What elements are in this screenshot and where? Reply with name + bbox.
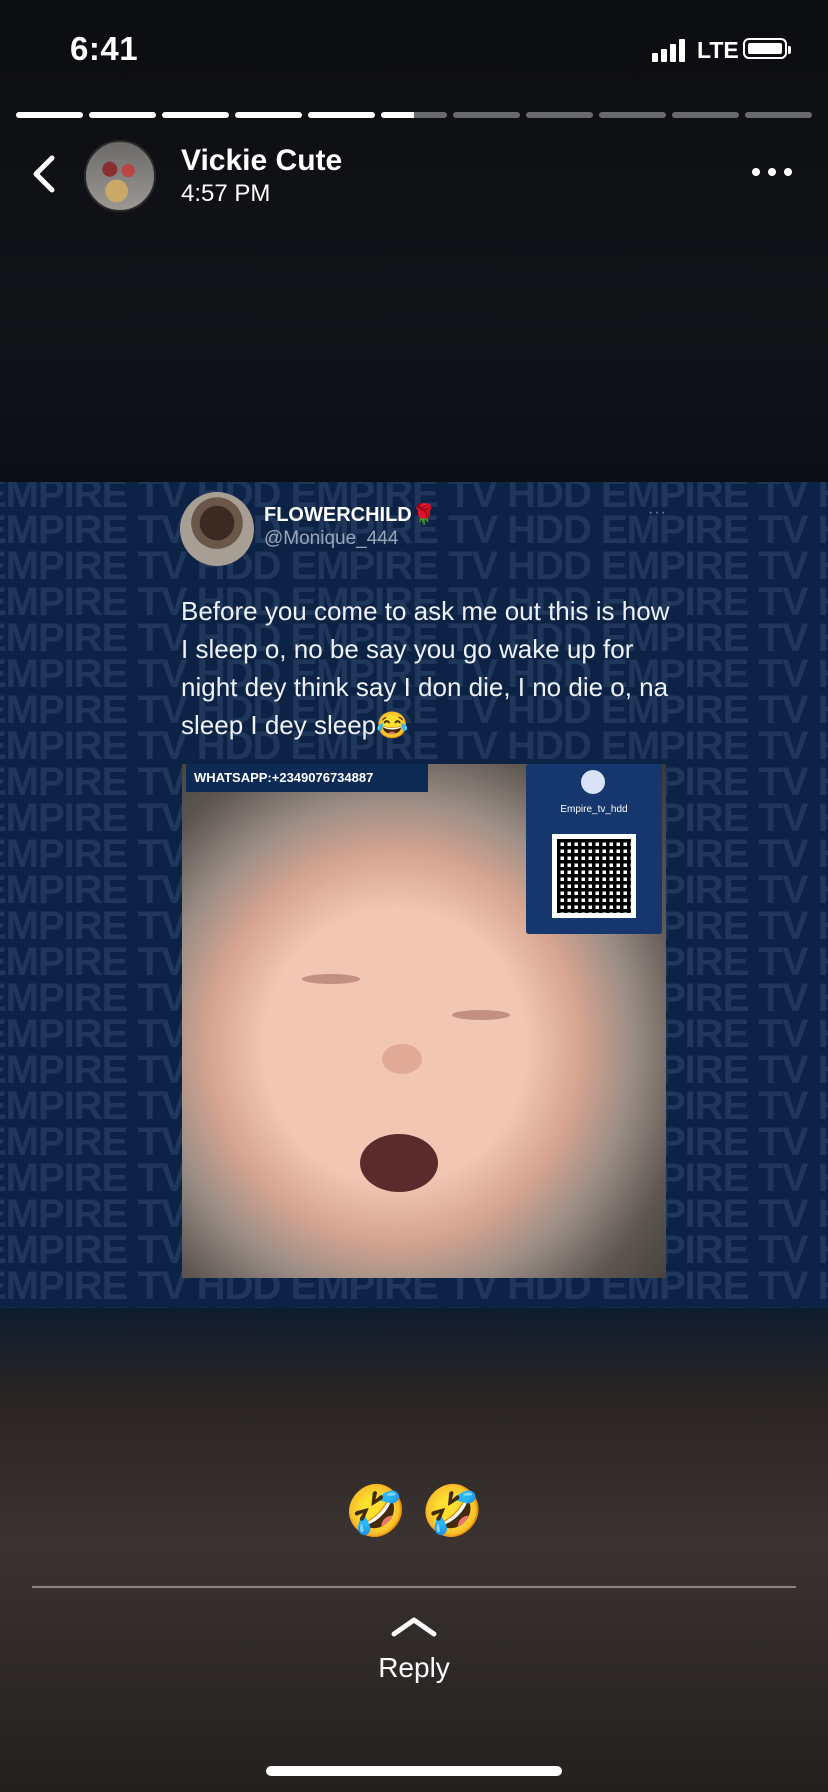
tweet-avatar	[180, 492, 254, 566]
story-header: Vickie Cute 4:57 PM	[0, 138, 828, 214]
qr-card: Empire_tv_hdd	[526, 764, 662, 934]
tweet-display-name: FLOWERCHILD🌹	[264, 504, 437, 526]
progress-segment	[88, 112, 156, 118]
qr-label: Empire_tv_hdd	[560, 804, 628, 815]
channel-logo-icon	[581, 770, 605, 794]
progress-segment	[672, 112, 740, 118]
progress-segment	[16, 112, 83, 118]
baby-mouth	[360, 1134, 438, 1192]
divider	[32, 1586, 796, 1588]
tweet-photo: WHATSAPP:+2349076734887 Empire_tv_hdd	[182, 764, 666, 1278]
more-options-icon[interactable]	[752, 168, 796, 182]
post-time: 4:57 PM	[181, 180, 271, 207]
story-caption: 🤣 🤣	[344, 1483, 484, 1539]
signal-icon	[652, 38, 690, 62]
baby-nose	[382, 1044, 422, 1074]
progress-segment	[380, 112, 448, 118]
progress-segment	[599, 112, 667, 118]
clock: 6:41	[70, 30, 139, 67]
poster-name[interactable]: Vickie Cute	[181, 144, 342, 178]
chevron-up-icon[interactable]	[388, 1614, 440, 1638]
story-image: EMPIRE TV HDD EMPIRE TV HDD EMPIRE TV HD…	[0, 482, 828, 1308]
status-bar: 6:41 LTE	[0, 0, 828, 100]
qr-code-icon	[552, 834, 636, 918]
network-label: LTE	[697, 37, 739, 63]
progress-segment	[745, 112, 812, 118]
progress-segment	[307, 112, 375, 118]
progress-segment	[526, 112, 594, 118]
tweet-handle: @Monique_444	[264, 528, 399, 549]
rose-emoji: 🌹	[411, 504, 437, 526]
tweet-more-icon: ···	[648, 504, 667, 521]
baby-eye	[302, 974, 360, 984]
story-progress-bar	[16, 112, 812, 119]
reply-button[interactable]: Reply	[0, 1652, 828, 1684]
progress-segment	[453, 112, 521, 118]
progress-segment	[161, 112, 229, 118]
baby-eye	[452, 1010, 510, 1020]
battery-icon	[743, 38, 791, 59]
whatsapp-banner: WHATSAPP:+2349076734887	[186, 764, 428, 792]
progress-segment	[234, 112, 302, 118]
home-indicator[interactable]	[266, 1766, 562, 1776]
back-chevron-icon[interactable]	[26, 152, 62, 196]
tweet-text: Before you come to ask me out this is ho…	[181, 596, 670, 740]
avatar[interactable]	[84, 140, 156, 212]
